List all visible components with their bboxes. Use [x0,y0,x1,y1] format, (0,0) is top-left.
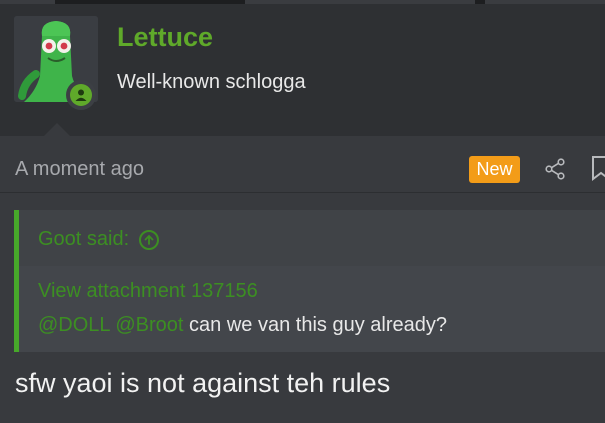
arrow-up-icon[interactable] [139,229,160,250]
new-badge: New [469,156,520,183]
online-user-icon [70,84,92,106]
mention-doll[interactable]: @DOLL [38,314,110,336]
message-pointer [43,123,71,137]
quote-author-label: Goot said: [38,228,130,250]
user-title: Well-known schlogga [117,71,306,93]
mention-broot[interactable]: @Broot [115,314,183,336]
quote-block: Goot said: View attachment 137156 @DOLL … [14,210,605,352]
quote-text-line: @DOLL @Broot can we van this guy already… [38,314,447,337]
post-timestamp[interactable]: A moment ago [15,158,144,181]
quote-text: can we van this guy already? [189,314,447,336]
quote-author-link[interactable]: Goot said: [38,228,160,251]
attachment-link[interactable]: View attachment 137156 [38,280,258,303]
post-body: sfw yaoi is not against teh rules [15,368,391,398]
username[interactable]: Lettuce [117,22,213,53]
online-status [66,80,96,110]
bookmark-icon[interactable] [591,155,605,181]
share-icon[interactable] [544,158,566,180]
